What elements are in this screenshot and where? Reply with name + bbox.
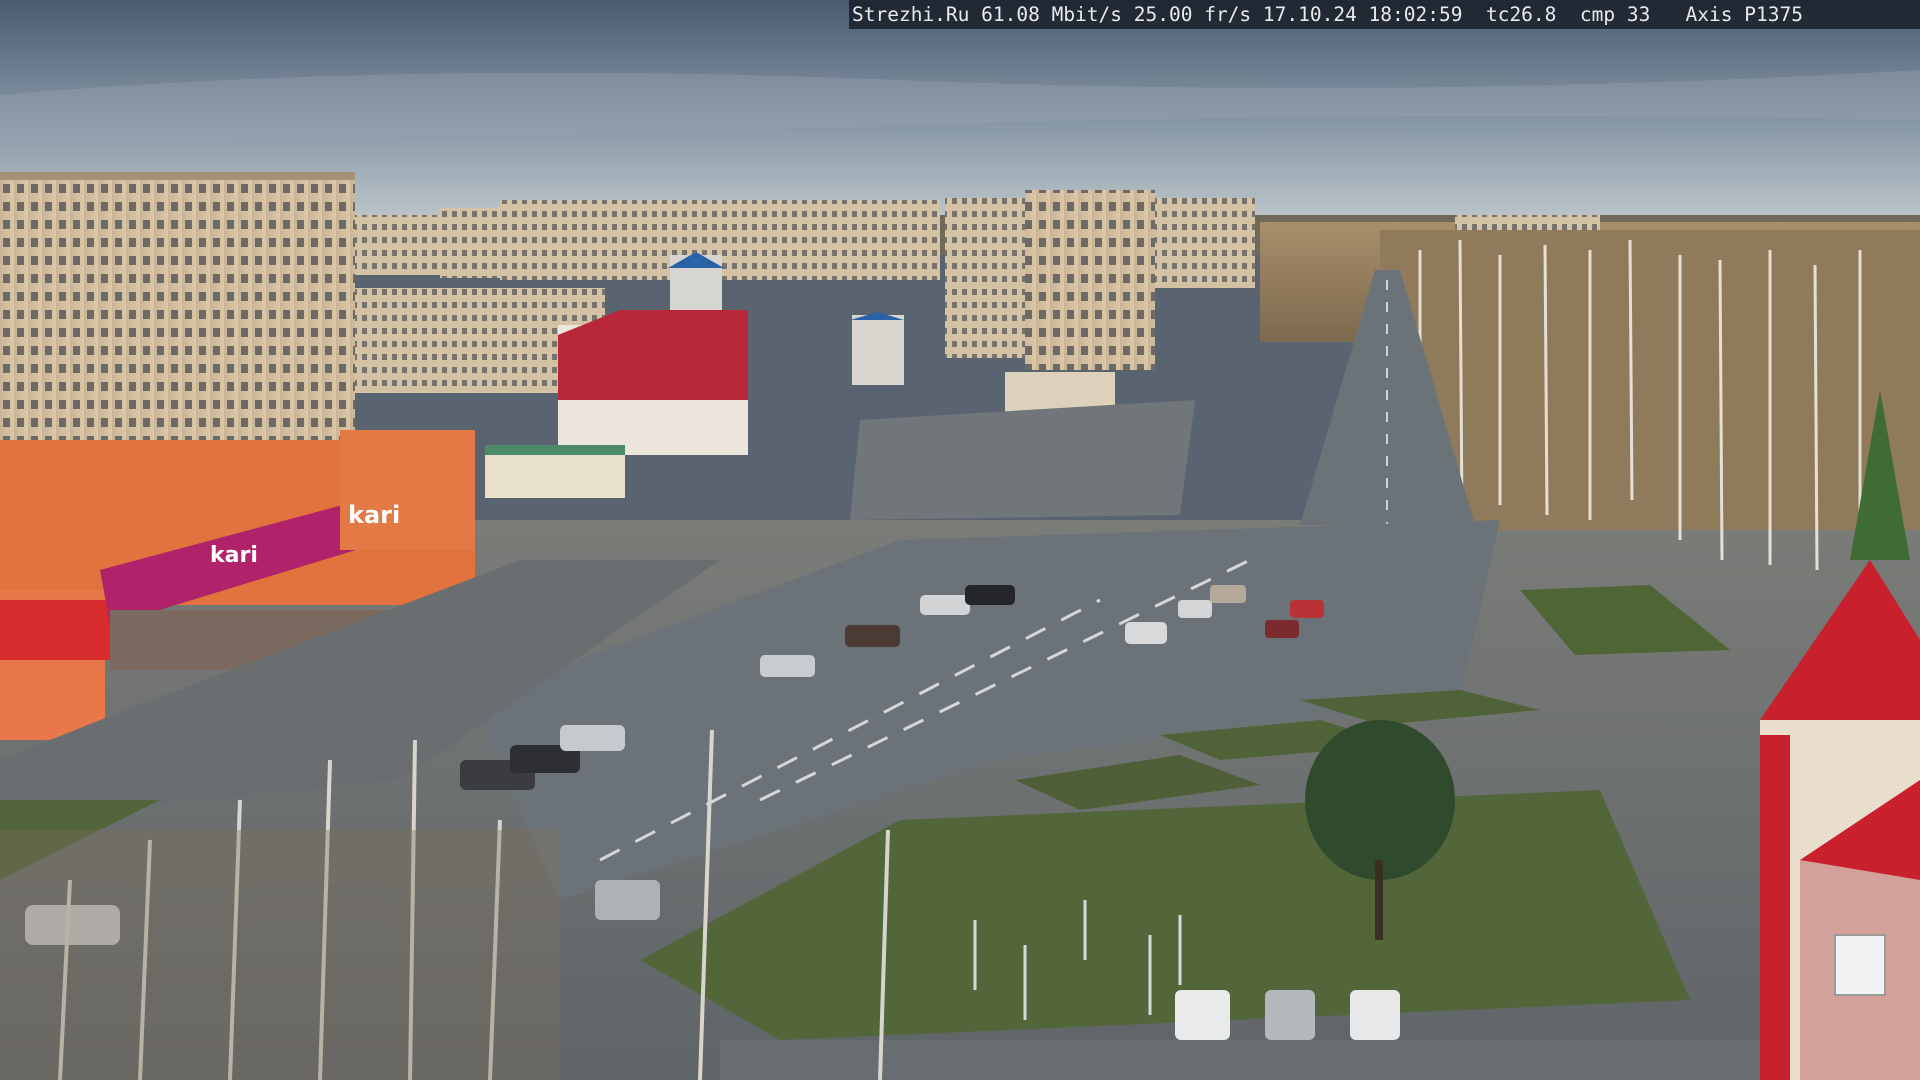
store-sign: kari [348,501,400,529]
store-sign-lower: kari [210,543,258,568]
webcam-frame: kari kari [0,0,1920,1080]
plaza [850,400,1195,520]
foreground-branches [0,830,560,1080]
bottom-road [720,1040,1770,1080]
camera-info-overlay: Strezhi.Ru 61.08 Mbit/s 25.00 fr/s 17.10… [849,0,1920,29]
city-view: kari kari [0,0,1920,1080]
